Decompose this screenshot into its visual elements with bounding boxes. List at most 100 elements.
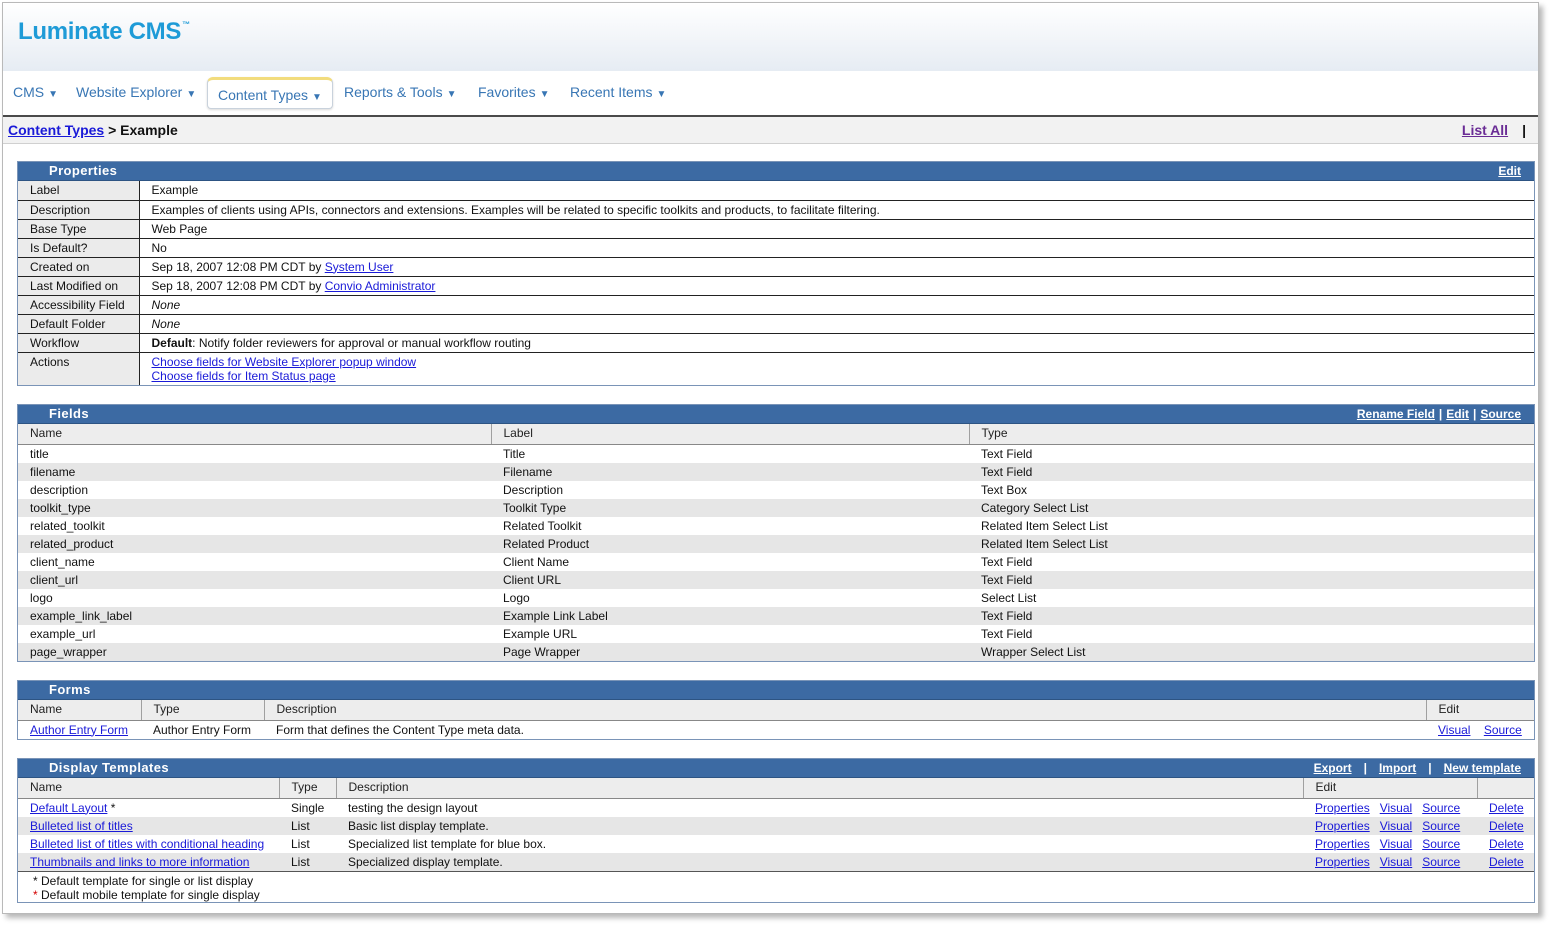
section-title: Display Templates — [49, 760, 169, 775]
template-properties-link[interactable]: Properties — [1315, 855, 1370, 869]
forms-table: Name Type Description Edit Author Entry … — [18, 700, 1534, 739]
export-link[interactable]: Export — [1314, 761, 1352, 775]
template-visual-link[interactable]: Visual — [1380, 855, 1412, 869]
section-title: Properties — [49, 163, 118, 178]
dropdown-arrow-icon: ▼ — [312, 92, 322, 103]
column-header-label: Label — [491, 424, 970, 445]
fields-section: Fields Rename Field | Edit | Source Name Lab… — [17, 404, 1535, 662]
property-key: Workflow — [18, 333, 140, 353]
template-name-link[interactable]: Bulleted list of titles — [30, 819, 133, 833]
import-link[interactable]: Import — [1379, 761, 1416, 775]
property-key: Is Default? — [18, 238, 140, 258]
table-row: title Title Text Field — [30, 446, 1033, 461]
window-frame: Luminate CMS™ CMS ▼ Website Explorer ▼ Con… — [2, 2, 1539, 914]
property-key: Created on — [18, 257, 140, 277]
forms-section: Forms Name Type Description Edit Author … — [17, 680, 1535, 740]
system-user-link[interactable]: System User — [325, 260, 394, 274]
template-visual-link[interactable]: Visual — [1380, 819, 1412, 833]
breadcrumb-content-types-link[interactable]: Content Types — [8, 122, 104, 138]
table-row: logo Logo Select List — [30, 590, 1037, 605]
property-key: Actions — [18, 352, 140, 385]
convio-administrator-link[interactable]: Convio Administrator — [325, 279, 436, 293]
template-delete-link[interactable]: Delete — [1489, 801, 1524, 815]
table-row: description Description Text Box — [30, 482, 1028, 497]
nav-reports-tools[interactable]: Reports & Tools ▼ — [344, 84, 456, 100]
item-status-fields-link[interactable]: Choose fields for Item Status page — [152, 369, 336, 383]
properties-edit-link[interactable]: Edit — [1498, 164, 1521, 178]
main-nav: CMS ▼ Website Explorer ▼ Content Types ▼ Re… — [3, 71, 1538, 117]
template-visual-link[interactable]: Visual — [1380, 837, 1412, 851]
nav-recent-items[interactable]: Recent Items ▼ — [570, 84, 666, 100]
dropdown-arrow-icon: ▼ — [539, 89, 550, 100]
template-properties-link[interactable]: Properties — [1315, 837, 1370, 851]
table-row: Thumbnails and links to more information… — [18, 852, 1534, 871]
property-key: Default Folder — [18, 314, 140, 334]
website-explorer-fields-link[interactable]: Choose fields for Website Explorer popup… — [152, 355, 417, 369]
property-value: Sep 18, 2007 12:08 PM CDT by System User — [139, 257, 1534, 277]
fields-edit-link[interactable]: Edit — [1446, 407, 1469, 421]
properties-table: Label Example Description Examples of clie… — [18, 181, 1534, 385]
note-default-template: * Default template for single or list di… — [33, 873, 254, 888]
column-header-edit: Edit — [1303, 778, 1478, 799]
table-row: Bulleted list of titles List Basic list … — [18, 816, 1534, 835]
table-row: filename Filename Text Field — [18, 462, 1534, 481]
table-row: page_wrapper Page Wrapper Wrapper Select L… — [18, 642, 1534, 661]
column-header-type: Type — [141, 700, 265, 721]
column-header-description: Description — [336, 778, 1304, 799]
table-row: related_toolkit Related Toolkit Related It… — [30, 518, 1108, 533]
table-row: toolkit_type Toolkit Type Category Select … — [18, 498, 1534, 517]
form-source-link[interactable]: Source — [1484, 723, 1522, 737]
template-name-link[interactable]: Default Layout — [30, 801, 107, 815]
table-row: Default Layout * Single testing the desi… — [30, 800, 1524, 815]
table-row: client_name Client Name Text Field — [30, 554, 1033, 569]
property-key: Last Modified on — [18, 276, 140, 296]
table-row: client_url Client URL Text Field — [18, 570, 1534, 589]
template-source-link[interactable]: Source — [1422, 819, 1460, 833]
property-value: No — [139, 238, 1534, 258]
template-delete-link[interactable]: Delete — [1489, 819, 1524, 833]
table-row: example_url Example URL Text Field — [30, 626, 1033, 641]
dropdown-arrow-icon: ▼ — [48, 89, 59, 100]
template-delete-link[interactable]: Delete — [1489, 837, 1524, 851]
column-header-type: Type — [969, 424, 1534, 445]
list-all-area: List All | — [1461, 122, 1526, 138]
table-row: example_link_label Example Link Label Text… — [18, 606, 1534, 625]
property-value: None — [139, 314, 1534, 334]
template-visual-link[interactable]: Visual — [1380, 801, 1412, 815]
property-actions: Choose fields for Website Explorer popup… — [139, 352, 1534, 385]
rename-field-link[interactable]: Rename Field — [1357, 407, 1435, 421]
nav-cms[interactable]: CMS ▼ — [13, 84, 58, 100]
template-source-link[interactable]: Source — [1422, 801, 1460, 815]
template-source-link[interactable]: Source — [1422, 855, 1460, 869]
property-key: Base Type — [18, 219, 140, 239]
template-name-link[interactable]: Bulleted list of titles with conditional… — [30, 837, 264, 851]
column-header-name: Name — [18, 700, 142, 721]
breadcrumb: Content Types > Example — [8, 122, 178, 138]
form-visual-link[interactable]: Visual — [1438, 723, 1470, 737]
nav-favorites[interactable]: Favorites ▼ — [478, 84, 549, 100]
breadcrumb-bar: Content Types > Example List All | — [3, 117, 1538, 144]
property-key: Label — [18, 181, 140, 201]
nav-content-types[interactable]: Content Types ▼ — [207, 77, 333, 109]
template-notes: * Default template for single or list di… — [18, 870, 1534, 902]
nav-website-explorer[interactable]: Website Explorer ▼ — [76, 84, 196, 100]
table-row: Bulleted list of titles with conditional… — [30, 836, 1524, 851]
author-entry-form-link[interactable]: Author Entry Form — [30, 723, 128, 737]
template-properties-link[interactable]: Properties — [1315, 819, 1370, 833]
template-delete-link[interactable]: Delete — [1489, 855, 1524, 869]
template-name-link[interactable]: Thumbnails and links to more information — [30, 855, 249, 869]
section-title: Fields — [49, 406, 89, 421]
display-templates-section: Display Templates Export | Import | New temp… — [17, 758, 1535, 903]
app-header: Luminate CMS™ — [3, 3, 1538, 71]
new-template-link[interactable]: New template — [1444, 761, 1521, 775]
template-source-link[interactable]: Source — [1422, 837, 1460, 851]
fields-source-link[interactable]: Source — [1480, 407, 1521, 421]
dropdown-arrow-icon: ▼ — [446, 89, 457, 100]
display-templates-header: Display Templates Export | Import | New temp… — [18, 759, 1534, 778]
note-default-mobile-template: * Default mobile template for single dis… — [33, 887, 260, 902]
list-all-link[interactable]: List All — [1462, 122, 1508, 138]
column-header-delete — [1477, 778, 1534, 799]
dropdown-arrow-icon: ▼ — [186, 89, 197, 100]
template-properties-link[interactable]: Properties — [1315, 801, 1370, 815]
property-value: Examples of clients using APIs, connecto… — [139, 200, 1534, 220]
